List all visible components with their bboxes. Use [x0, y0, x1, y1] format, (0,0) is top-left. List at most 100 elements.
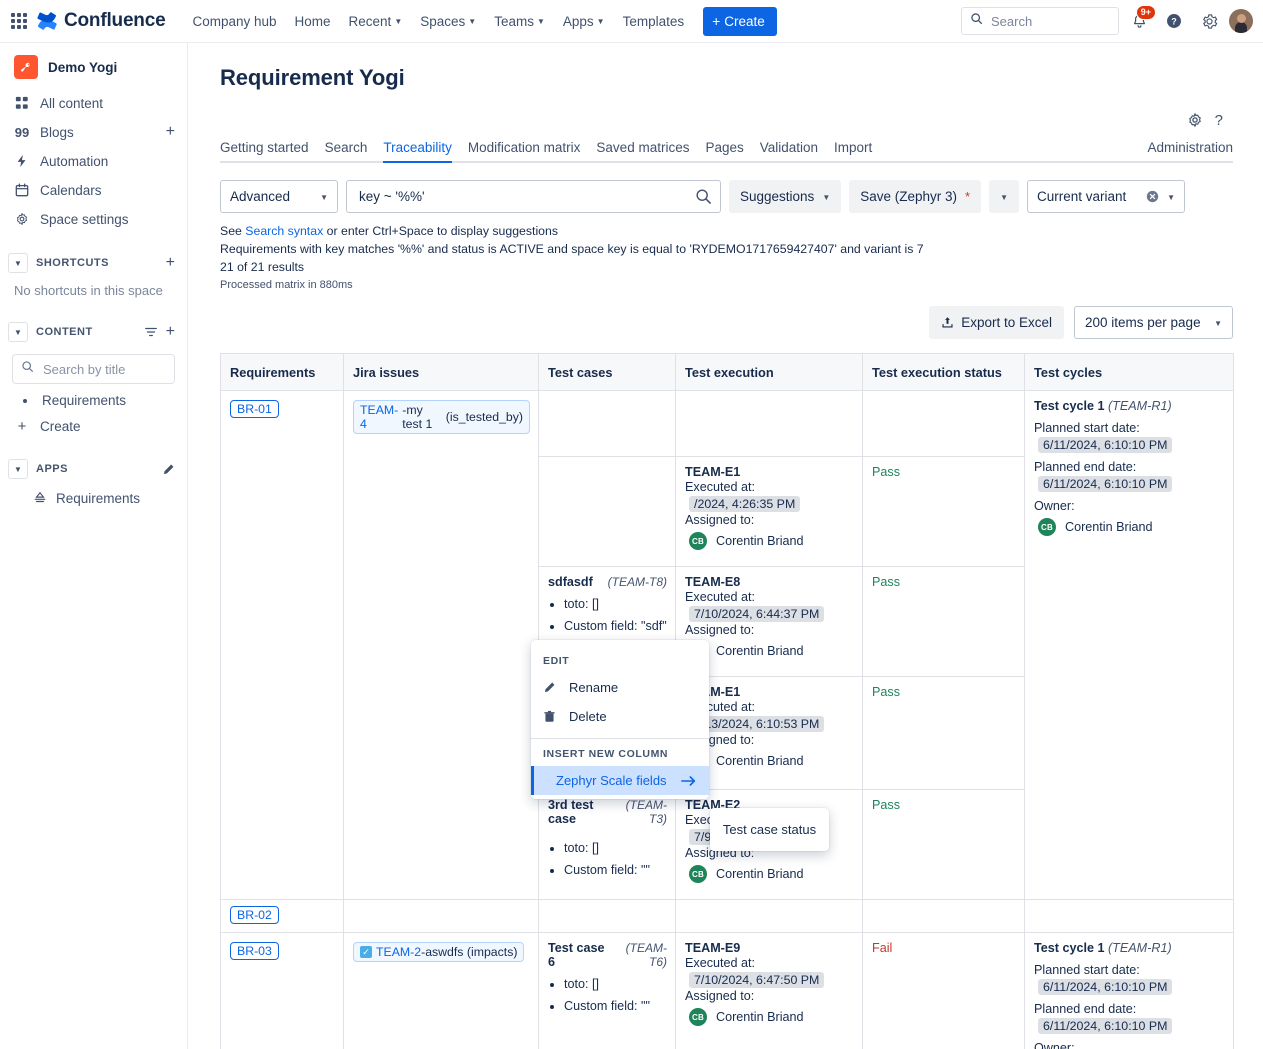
edit-pencil-icon[interactable]	[162, 463, 175, 476]
query-input[interactable]	[357, 188, 689, 205]
menu-item-rename[interactable]: Rename	[531, 673, 709, 702]
assignee-name: Corentin Briand	[716, 867, 804, 881]
chevron-down-icon: ▼	[1214, 320, 1222, 328]
cycle-header: Test cycle 1 (TEAM-R1)	[1034, 399, 1225, 413]
column-header-test-cases[interactable]: Test cases	[539, 354, 676, 391]
plus-icon: +	[14, 418, 30, 434]
sidebar-item-calendars[interactable]: Calendars	[0, 176, 187, 204]
chevron-down-icon[interactable]: ▼	[8, 459, 28, 479]
tab-import[interactable]: Import	[826, 140, 880, 161]
assignee: CB Corentin Briand	[689, 532, 854, 550]
automation-bolt-icon	[14, 153, 30, 169]
requirement-chip[interactable]: BR-03	[230, 942, 279, 960]
tab-label: Saved matrices	[596, 140, 689, 155]
save-options-dropdown[interactable]: ▼	[989, 180, 1019, 213]
test-case-cell	[539, 391, 676, 457]
add-content-icon[interactable]: +	[166, 324, 175, 340]
help-button[interactable]: ?	[1159, 6, 1189, 36]
sidebar-item-all-content[interactable]: All content	[0, 89, 187, 117]
save-search-button[interactable]: Save (Zephyr 3) *	[849, 180, 981, 213]
cycle-end-date: 6/11/2024, 6:10:10 PM	[1038, 1018, 1172, 1034]
assignee-name: Corentin Briand	[716, 644, 804, 658]
tab-search[interactable]: Search	[317, 140, 376, 161]
tab-pages[interactable]: Pages	[697, 140, 751, 161]
tree-item-create[interactable]: + Create	[0, 413, 187, 439]
test-execution-status-cell: Pass	[863, 677, 1025, 790]
menu-item-delete[interactable]: Delete	[531, 702, 709, 731]
jira-issue-relation: (impacts)	[467, 945, 518, 959]
jira-issue-chip[interactable]: TEAM-4-my test 1 (is_tested_by)	[353, 400, 530, 434]
settings-button[interactable]	[1194, 6, 1224, 36]
requirement-chip[interactable]: BR-01	[230, 400, 279, 418]
cycle-owner-label: Owner:	[1034, 499, 1225, 513]
assigned-to-label: Assigned to:	[685, 513, 854, 527]
notifications-button[interactable]: 9+	[1124, 6, 1154, 36]
global-search-box[interactable]	[961, 7, 1119, 35]
owner-name: Corentin Briand	[1065, 520, 1153, 534]
settings-gear-icon[interactable]	[1187, 112, 1203, 128]
magnifier-icon[interactable]	[695, 188, 712, 205]
tab-validation[interactable]: Validation	[752, 140, 826, 161]
create-button[interactable]: + Create	[703, 7, 777, 36]
app-switcher-icon[interactable]	[8, 10, 30, 32]
nav-home[interactable]: Home	[286, 8, 340, 35]
requirement-chip[interactable]: BR-02	[230, 906, 279, 924]
section-title: APPS	[36, 463, 154, 475]
clear-variant-icon[interactable]	[1146, 190, 1159, 203]
tree-item-requirements[interactable]: Requirements	[0, 388, 187, 413]
tab-label: Validation	[760, 140, 818, 155]
nav-templates[interactable]: Templates	[614, 8, 694, 35]
export-to-excel-button[interactable]: Export to Excel	[929, 306, 1064, 339]
nav-label: Apps	[563, 14, 594, 29]
space-header[interactable]: Demo Yogi	[0, 43, 187, 89]
nav-apps[interactable]: Apps▼	[554, 8, 614, 35]
submenu-item-test-case-status[interactable]: Test case status	[710, 820, 829, 839]
add-blog-icon[interactable]: +	[166, 124, 175, 140]
cycle-owner: CB Corentin Briand	[1038, 518, 1225, 536]
sidebar-item-space-settings[interactable]: Space settings	[0, 205, 187, 233]
sidebar-section-shortcuts: ▼ SHORTCUTS +	[0, 247, 187, 279]
suggestions-button[interactable]: Suggestions ▼	[729, 180, 841, 213]
jira-issue-chip[interactable]: ✓ TEAM-2-aswdfs (impacts)	[353, 942, 524, 962]
help-question-icon[interactable]: ?	[1215, 112, 1223, 129]
column-header-test-execution-status[interactable]: Test execution status	[863, 354, 1025, 391]
sidebar-app-requirements[interactable]: Requirements	[0, 485, 187, 511]
items-per-page-select[interactable]: 200 items per page ▼	[1074, 306, 1233, 339]
filter-icon[interactable]	[144, 325, 158, 339]
tab-traceability[interactable]: Traceability	[375, 140, 460, 161]
tab-getting-started[interactable]: Getting started	[220, 140, 317, 161]
search-input[interactable]	[989, 13, 1109, 30]
search-syntax-link[interactable]: Search syntax	[245, 224, 323, 238]
nav-recent[interactable]: Recent▼	[340, 8, 412, 35]
test-case-field: toto: []	[564, 596, 667, 614]
column-header-jira-issues[interactable]: Jira issues	[344, 354, 539, 391]
status-badge: Pass	[872, 798, 900, 812]
nav-teams[interactable]: Teams▼	[485, 8, 554, 35]
user-avatar[interactable]	[1229, 9, 1253, 33]
nav-label: Home	[295, 14, 331, 29]
save-label: Save (Zephyr 3)	[860, 189, 957, 204]
sidebar-item-automation[interactable]: Automation	[0, 147, 187, 175]
add-shortcut-icon[interactable]: +	[166, 255, 175, 271]
nav-company-hub[interactable]: Company hub	[183, 8, 285, 35]
query-input-box[interactable]	[346, 180, 721, 213]
chevron-down-icon[interactable]: ▼	[8, 253, 28, 273]
content-search-input[interactable]	[41, 361, 161, 378]
search-mode-select[interactable]: Advanced ▼	[220, 180, 338, 213]
administration-link[interactable]: Administration	[1147, 140, 1233, 161]
column-header-requirements[interactable]: Requirements	[221, 354, 344, 391]
column-header-test-execution[interactable]: Test execution	[676, 354, 863, 391]
chevron-down-icon[interactable]: ▼	[8, 322, 28, 342]
nav-spaces[interactable]: Spaces▼	[411, 8, 485, 35]
content-search-box[interactable]	[12, 354, 175, 384]
sidebar-item-label: Blogs	[40, 125, 156, 140]
column-header-test-cycles[interactable]: Test cycles	[1025, 354, 1234, 391]
variant-select[interactable]: Current variant ▼	[1027, 180, 1185, 213]
tab-saved-matrices[interactable]: Saved matrices	[588, 140, 697, 161]
confluence-logo[interactable]: Confluence	[36, 10, 165, 32]
sidebar-item-blogs[interactable]: 99 Blogs +	[0, 118, 187, 146]
search-icon	[21, 360, 34, 378]
tab-modification-matrix[interactable]: Modification matrix	[460, 140, 589, 161]
table-row: BR-02	[221, 900, 1234, 933]
menu-item-zephyr-scale-fields[interactable]: Zephyr Scale fields	[531, 766, 709, 795]
